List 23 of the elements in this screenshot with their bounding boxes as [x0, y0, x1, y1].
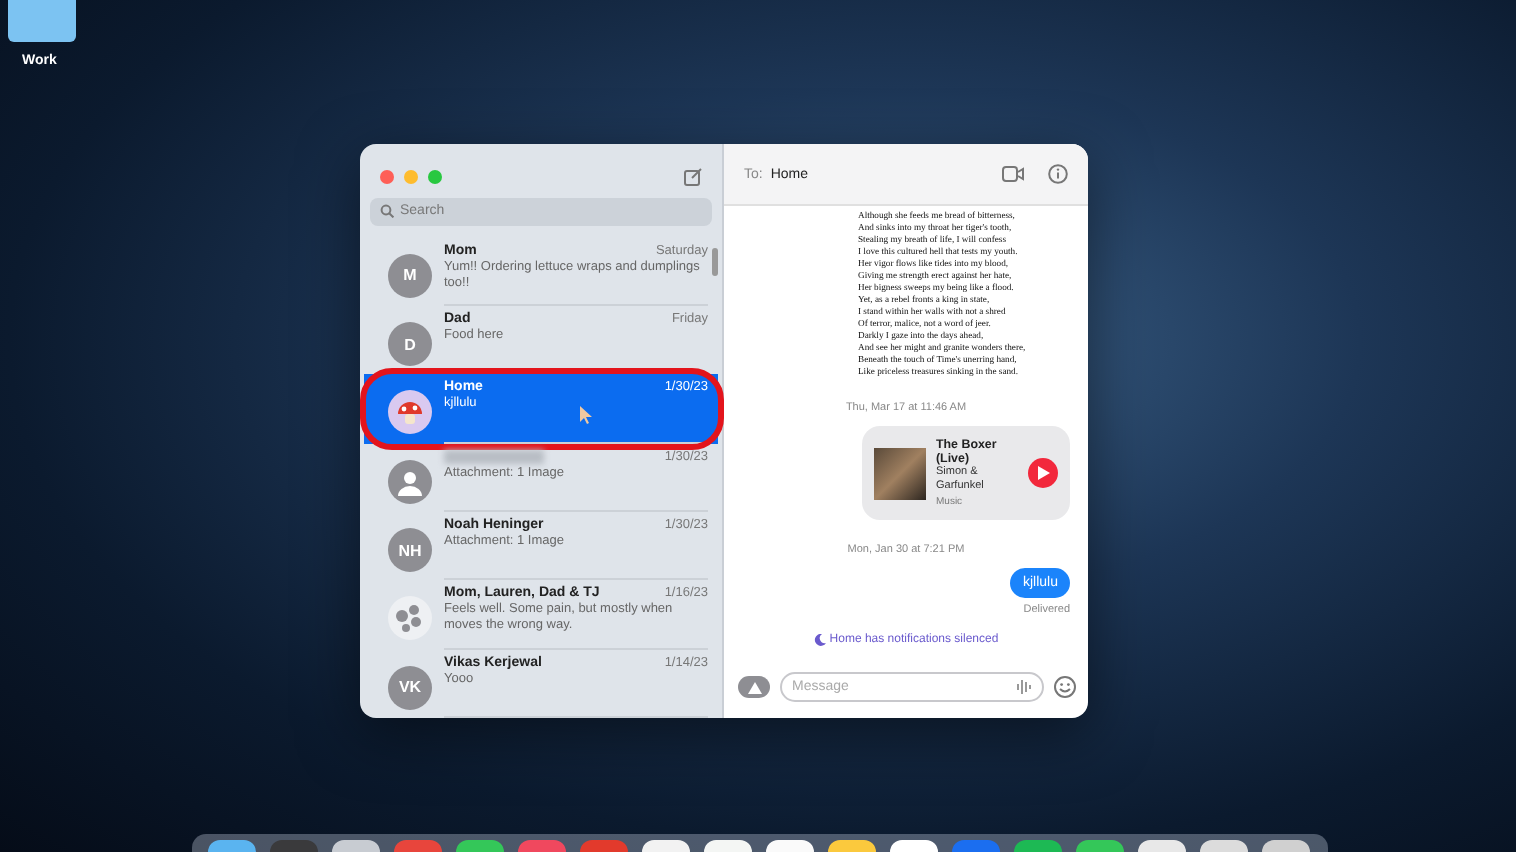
mushroom-avatar: [388, 390, 432, 435]
apps-button[interactable]: [738, 676, 770, 698]
triangle-icon: [747, 681, 761, 693]
cursor-icon: [580, 406, 592, 425]
search-icon: [380, 204, 394, 219]
video-camera-icon[interactable]: [1002, 166, 1024, 182]
avatar: M: [388, 253, 432, 298]
scrollbar[interactable]: [712, 248, 718, 276]
zoom-button[interactable]: [428, 170, 442, 184]
moon-icon: [813, 634, 826, 646]
play-button[interactable]: [1028, 458, 1058, 488]
avatar: NH: [388, 528, 432, 573]
emoji-icon[interactable]: [1054, 676, 1076, 698]
close-button[interactable]: [380, 170, 394, 184]
info-icon[interactable]: [1048, 164, 1068, 184]
compose-icon[interactable]: [684, 168, 702, 186]
person-avatar: [388, 459, 432, 504]
group-avatar: [388, 596, 432, 641]
waveform-icon[interactable]: [1016, 680, 1032, 694]
album-art-placeholder: [874, 447, 926, 499]
play-icon: [1037, 466, 1049, 480]
avatar: D: [388, 322, 432, 367]
avatar: VK: [388, 665, 432, 710]
